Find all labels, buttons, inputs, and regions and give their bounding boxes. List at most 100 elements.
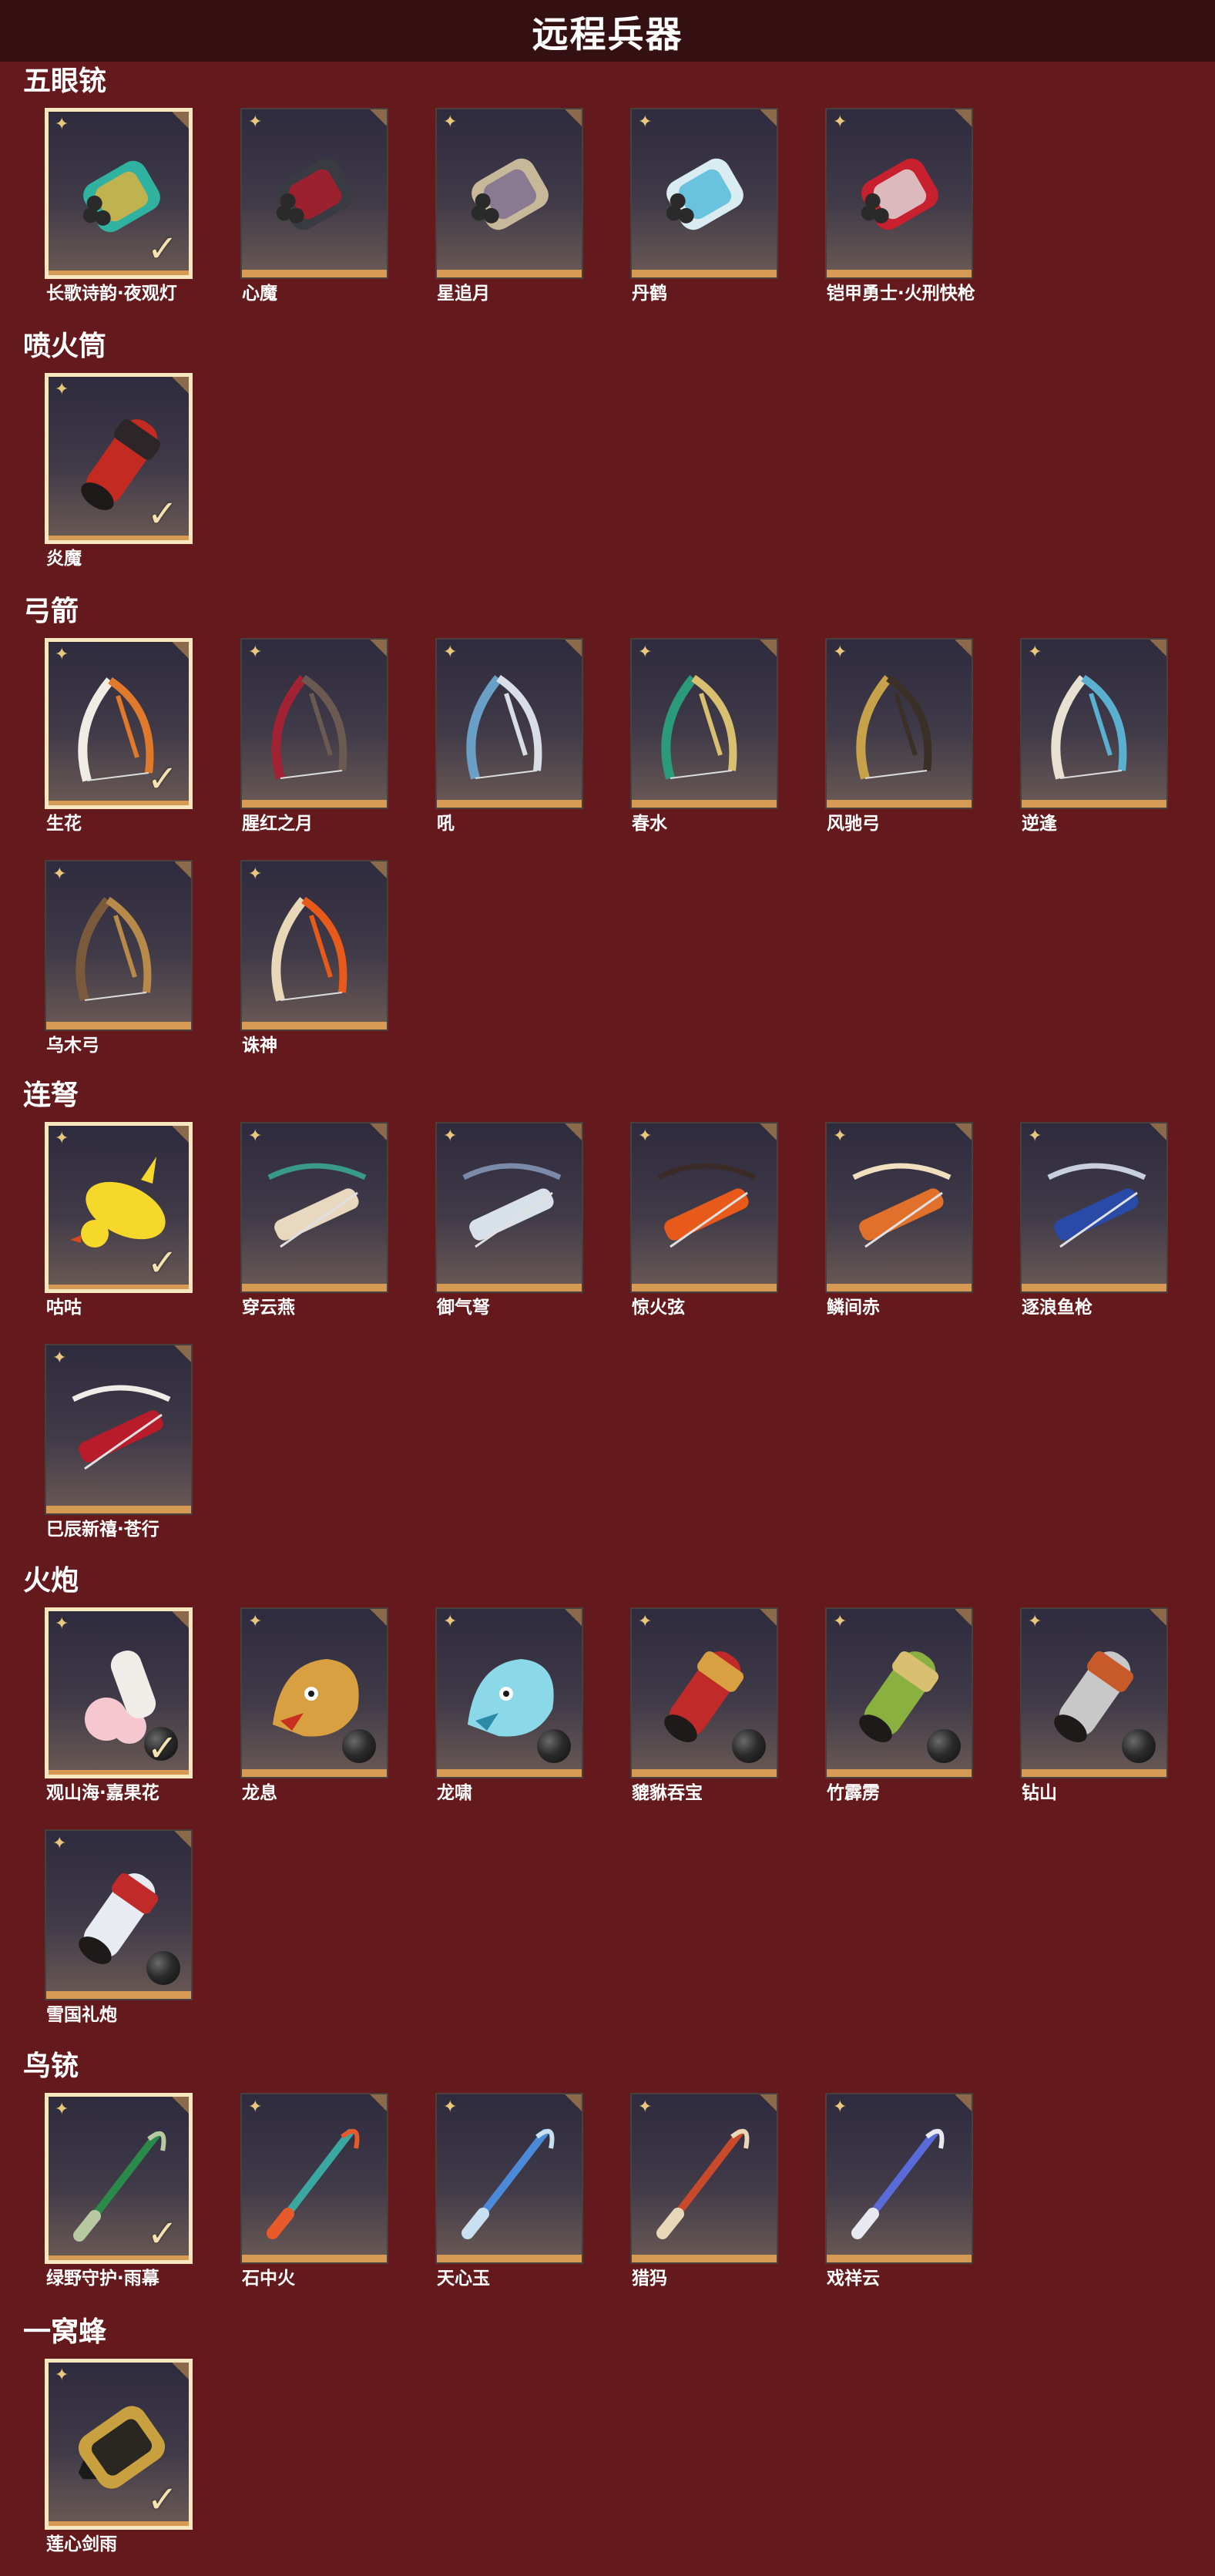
- weapon-card[interactable]: ✦: [630, 1607, 778, 1778]
- weapon-card[interactable]: ✦: [240, 1122, 388, 1293]
- weapon-card[interactable]: ✦: [825, 2093, 973, 2264]
- weapon-item[interactable]: ✦ 星追月: [435, 108, 589, 316]
- weapon-card[interactable]: ✦: [630, 638, 778, 809]
- card-footer-bar: [49, 270, 189, 275]
- card-footer-bar: [46, 1991, 191, 1999]
- corner-tag-icon: [172, 377, 189, 394]
- weapon-card[interactable]: ✦: [1020, 638, 1168, 809]
- weapon-card[interactable]: ✦: [240, 638, 388, 809]
- star-icon: ✦: [248, 865, 263, 884]
- card-footer-bar: [242, 1022, 387, 1029]
- weapon-item[interactable]: ✦ 逐浪鱼枪: [1020, 1122, 1174, 1330]
- card-footer-bar: [827, 270, 972, 277]
- weapon-name: 戏祥云: [827, 2269, 880, 2289]
- weapon-card[interactable]: ✦: [435, 1122, 583, 1293]
- card-footer-bar: [242, 1769, 387, 1777]
- corner-tag-icon: [760, 1123, 777, 1140]
- weapon-item[interactable]: ✦ ✓ 观山海·嘉果花: [45, 1607, 199, 1815]
- weapon-card[interactable]: ✦: [240, 1607, 388, 1778]
- weapon-item[interactable]: ✦ ✓ 咕咕: [45, 1122, 199, 1330]
- weapon-card[interactable]: ✦: [630, 2093, 778, 2264]
- weapon-item[interactable]: ✦ 龙啸: [435, 1607, 589, 1815]
- weapon-card[interactable]: ✦: [435, 1607, 583, 1778]
- corner-tag-icon: [1150, 1609, 1166, 1626]
- weapon-item[interactable]: ✦ 丹鹤: [630, 108, 784, 316]
- weapon-card[interactable]: ✦: [435, 108, 583, 279]
- card-footer-bar: [827, 2255, 972, 2262]
- weapon-card[interactable]: ✦ ✓: [45, 1122, 193, 1293]
- star-icon: ✦: [443, 1127, 458, 1146]
- weapon-item[interactable]: ✦ 春水: [630, 638, 784, 846]
- weapon-item[interactable]: ✦ 石中火: [240, 2093, 394, 2301]
- weapon-item[interactable]: ✦ 风驰弓: [825, 638, 979, 846]
- corner-tag-icon: [172, 1126, 189, 1143]
- card-footer-bar: [49, 536, 189, 540]
- weapon-card[interactable]: ✦ ✓: [45, 1607, 193, 1778]
- weapon-card[interactable]: ✦: [435, 2093, 583, 2264]
- weapon-card[interactable]: ✦: [825, 108, 973, 279]
- star-icon: ✦: [52, 1834, 67, 1853]
- star-icon: ✦: [55, 380, 69, 399]
- weapon-item[interactable]: ✦ 天心玉: [435, 2093, 589, 2301]
- weapon-card[interactable]: ✦ ✓: [45, 373, 193, 544]
- weapon-card[interactable]: ✦: [240, 2093, 388, 2264]
- weapon-item[interactable]: ✦ 惊火弦: [630, 1122, 784, 1330]
- weapon-item[interactable]: ✦ ✓ 炎魔: [45, 373, 199, 581]
- weapon-name: 吼: [437, 814, 455, 834]
- weapon-card[interactable]: ✦ ✓: [45, 108, 193, 279]
- card-footer-bar: [632, 800, 777, 808]
- corner-tag-icon: [174, 861, 191, 878]
- weapon-card[interactable]: ✦: [825, 638, 973, 809]
- weapon-item[interactable]: ✦ 猎犸: [630, 2093, 784, 2301]
- corner-tag-icon: [565, 1123, 582, 1140]
- weapon-card[interactable]: ✦: [435, 638, 583, 809]
- weapon-item[interactable]: ✦ 鳞间赤: [825, 1122, 979, 1330]
- weapon-card[interactable]: ✦: [240, 860, 388, 1031]
- weapon-item[interactable]: ✦ 龙息: [240, 1607, 394, 1815]
- star-icon: ✦: [443, 2097, 458, 2117]
- weapon-item[interactable]: ✦ ✓ 绿野守护·雨幕: [45, 2093, 199, 2301]
- card-footer-bar: [1022, 1284, 1166, 1291]
- weapon-item[interactable]: ✦ 诛神: [240, 860, 394, 1068]
- card-footer-bar: [242, 2255, 387, 2262]
- weapon-card[interactable]: ✦ ✓: [45, 2093, 193, 2264]
- card-footer-bar: [49, 1770, 189, 1775]
- checkmark-icon: ✓: [146, 492, 178, 536]
- weapon-name: 逆逢: [1022, 814, 1057, 834]
- card-footer-bar: [46, 1506, 191, 1513]
- weapon-card[interactable]: ✦: [45, 1829, 193, 2000]
- weapon-card[interactable]: ✦: [630, 108, 778, 279]
- card-footer-bar: [827, 1769, 972, 1777]
- weapon-item[interactable]: ✦ 铠甲勇士·火刑快枪: [825, 108, 979, 316]
- weapon-card[interactable]: ✦: [45, 860, 193, 1031]
- weapon-card[interactable]: ✦: [825, 1607, 973, 1778]
- weapon-item[interactable]: ✦ 乌木弓: [45, 860, 199, 1068]
- weapon-item[interactable]: ✦ 吼: [435, 638, 589, 846]
- weapon-item[interactable]: ✦ 竹霹雳: [825, 1607, 979, 1815]
- cannonball-icon: [1122, 1729, 1156, 1763]
- weapon-item[interactable]: ✦ 心魔: [240, 108, 394, 316]
- card-footer-bar: [827, 1284, 972, 1291]
- weapon-item[interactable]: ✦ 逆逢: [1020, 638, 1174, 846]
- weapon-item[interactable]: ✦ 巳辰新禧·苍行: [45, 1344, 199, 1552]
- weapon-card[interactable]: ✦: [1020, 1122, 1168, 1293]
- weapon-item[interactable]: ✦ 貔貅吞宝: [630, 1607, 784, 1815]
- weapon-card[interactable]: ✦: [630, 1122, 778, 1293]
- weapon-item[interactable]: ✦ 穿云燕: [240, 1122, 394, 1330]
- weapon-card[interactable]: ✦ ✓: [45, 638, 193, 809]
- weapon-item[interactable]: ✦ 腥红之月: [240, 638, 394, 846]
- weapon-item[interactable]: ✦ ✓ 生花: [45, 638, 199, 846]
- star-icon: ✦: [55, 1129, 69, 1148]
- weapon-card[interactable]: ✦: [45, 1344, 193, 1515]
- weapon-card[interactable]: ✦: [240, 108, 388, 279]
- weapon-card[interactable]: ✦: [1020, 1607, 1168, 1778]
- weapon-card[interactable]: ✦ ✓: [45, 2359, 193, 2530]
- weapon-item[interactable]: ✦ 御气弩: [435, 1122, 589, 1330]
- weapon-card[interactable]: ✦: [825, 1122, 973, 1293]
- weapon-item[interactable]: ✦ 雪国礼炮: [45, 1829, 199, 2037]
- weapon-item[interactable]: ✦ ✓ 长歌诗韵·夜观灯: [45, 108, 199, 316]
- star-icon: ✦: [638, 643, 653, 662]
- weapon-item[interactable]: ✦ ✓ 莲心剑雨: [45, 2359, 199, 2567]
- weapon-item[interactable]: ✦ 戏祥云: [825, 2093, 979, 2301]
- weapon-item[interactable]: ✦ 钻山: [1020, 1607, 1174, 1815]
